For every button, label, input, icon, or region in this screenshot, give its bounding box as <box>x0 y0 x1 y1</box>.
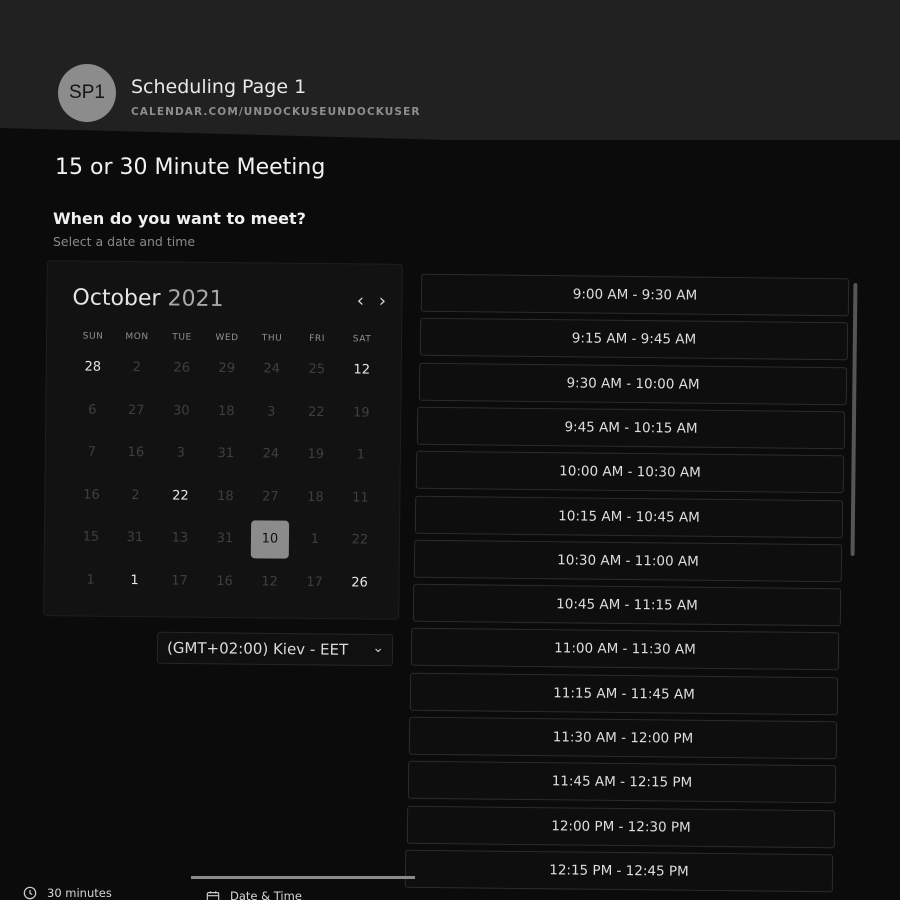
date-picker: October 2021 ‹ › SUN MON TUE WED THU FRI SAT 28… <box>43 260 403 620</box>
time-slot-button[interactable]: 10:00 AM - 10:30 AM <box>416 450 845 494</box>
calendar-day: 1 <box>310 531 320 548</box>
calendar-day: 7 <box>87 444 97 460</box>
avatar: SP1 <box>58 64 116 122</box>
time-slot-button[interactable]: 10:45 AM - 11:15 AM <box>412 583 841 627</box>
calendar-day: 18 <box>307 489 324 505</box>
weekday-header: FRI <box>309 333 326 345</box>
meeting-title: 15 or 30 Minute Meeting <box>55 155 326 180</box>
calendar-day: 17 <box>171 572 188 589</box>
calendar-day: 12 <box>261 573 278 590</box>
calendar-day: 13 <box>171 530 189 546</box>
calendar-day[interactable]: 26 <box>340 564 378 602</box>
calendar-day: 2 <box>131 487 140 503</box>
weekday-header: SAT <box>352 334 372 345</box>
question-heading: When do you want to meet? <box>53 209 306 228</box>
duration-label[interactable]: 30 minutes <box>47 886 112 900</box>
time-slot-button[interactable]: 12:15 PM - 12:45 PM <box>405 849 834 893</box>
clock-icon <box>23 886 37 900</box>
weekday-header: THU <box>261 333 283 344</box>
time-slot-button[interactable]: 10:30 AM - 11:00 AM <box>413 539 842 583</box>
active-step-indicator <box>191 876 415 879</box>
calendar-day: 16 <box>83 487 100 503</box>
chevron-down-icon: ⌄ <box>372 640 385 657</box>
calendar-day: 30 <box>172 402 190 419</box>
calendar-day: 3 <box>176 445 186 461</box>
calendar-day-selected[interactable]: 10 <box>250 520 290 559</box>
weekday-header: MON <box>125 331 149 343</box>
calendar-day[interactable]: 22 <box>161 477 199 515</box>
calendar-day: 15 <box>82 529 100 545</box>
next-month-button[interactable]: › <box>372 291 392 313</box>
calendar-icon <box>206 891 220 900</box>
time-slot-button[interactable]: 9:15 AM - 9:45 AM <box>419 318 848 361</box>
calendar-day: 27 <box>127 402 145 418</box>
timezone-label: (GMT+02:00) Kiev - EET <box>166 638 349 659</box>
calendar-day: 18 <box>217 403 235 419</box>
weekday-header: SUN <box>82 331 104 342</box>
calendar-day: 22 <box>351 532 369 548</box>
calendar-day[interactable]: 12 <box>343 351 381 389</box>
weekday-header: WED <box>215 332 239 344</box>
time-slot-button[interactable]: 11:15 AM - 11:45 AM <box>410 672 839 715</box>
calendar-year: 2021 <box>167 286 224 312</box>
calendar-day[interactable]: 28 <box>74 348 112 386</box>
calendar-day: 27 <box>262 488 279 505</box>
scheduling-app: SP1 Scheduling Page 1 CALENDAR.COM/UNDOC… <box>0 0 900 900</box>
calendar-day: 25 <box>308 361 326 378</box>
calendar-day: 26 <box>173 360 191 376</box>
calendar-day: 3 <box>267 403 276 420</box>
calendar-day: 1 <box>356 447 366 463</box>
time-slot-button[interactable]: 12:00 PM - 12:30 PM <box>406 805 835 848</box>
calendar-day: 6 <box>88 402 97 418</box>
calendar-day: 1 <box>86 572 95 588</box>
calendar-day: 31 <box>217 445 235 462</box>
scheduling-page-url[interactable]: CALENDAR.COM/UNDOCKUSEUNDOCKUSER <box>131 106 421 118</box>
calendar-day: 24 <box>263 361 281 377</box>
calendar-day: 17 <box>306 574 323 590</box>
time-slot-button[interactable]: 9:30 AM - 10:00 AM <box>418 362 847 405</box>
calendar-day: 18 <box>217 488 234 504</box>
scheduling-page-name: Scheduling Page 1 <box>131 76 307 98</box>
calendar-day: 24 <box>262 446 280 462</box>
prev-month-button[interactable]: ‹ <box>350 290 370 312</box>
slot-list-scrollbar[interactable] <box>850 282 858 557</box>
calendar-day: 16 <box>216 573 233 589</box>
time-slot-button[interactable]: 11:45 AM - 12:15 PM <box>407 761 836 804</box>
page-header: SP1 Scheduling Page 1 CALENDAR.COM/UNDOC… <box>0 0 900 140</box>
question-subtitle: Select a date and time <box>53 234 196 249</box>
calendar-month: October <box>72 285 161 312</box>
time-slot-button[interactable]: 9:00 AM - 9:30 AM <box>420 273 850 317</box>
calendar-day: 31 <box>126 529 144 546</box>
time-slot-button[interactable]: 11:00 AM - 11:30 AM <box>411 628 840 671</box>
time-slot-button[interactable]: 9:45 AM - 10:15 AM <box>417 406 846 450</box>
date-time-label[interactable]: Date & Time <box>230 889 302 900</box>
time-slot-button[interactable]: 11:30 AM - 12:00 PM <box>408 716 838 760</box>
calendar-day: 22 <box>307 404 325 420</box>
weekday-header: TUE <box>172 332 192 343</box>
calendar-month-year: October 2021 <box>72 285 223 312</box>
timezone-select[interactable]: (GMT+02:00) Kiev - EET ⌄ <box>156 631 394 667</box>
calendar-day[interactable]: 1 <box>115 561 153 599</box>
calendar-day: 2 <box>132 360 141 376</box>
calendar-day: 31 <box>216 530 234 547</box>
calendar-day: 16 <box>127 445 145 461</box>
calendar-day: 11 <box>352 489 369 506</box>
time-slot-button[interactable]: 10:15 AM - 10:45 AM <box>414 495 844 538</box>
calendar-day: 19 <box>352 404 370 421</box>
calendar-day: 19 <box>307 446 325 463</box>
calendar-day: 29 <box>218 360 236 377</box>
